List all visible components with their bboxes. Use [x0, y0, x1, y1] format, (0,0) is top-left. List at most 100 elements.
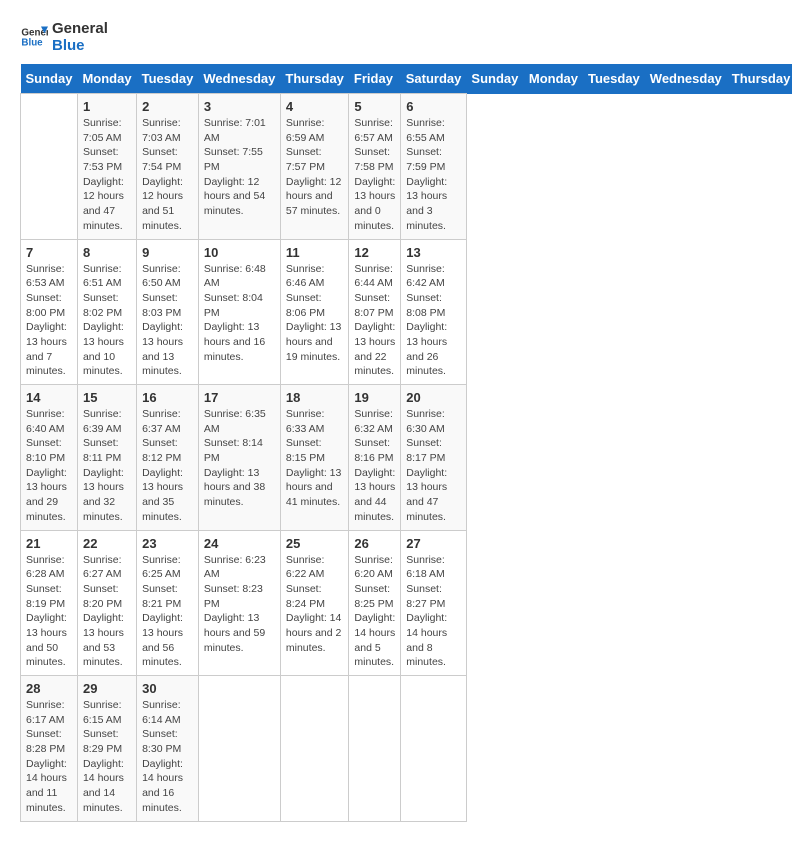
calendar-cell: 22 Sunrise: 6:27 AMSunset: 8:20 PMDaylig… [77, 530, 136, 676]
header-monday: Monday [524, 64, 583, 94]
day-info: Sunrise: 6:27 AMSunset: 8:20 PMDaylight:… [83, 553, 131, 671]
calendar-cell: 3 Sunrise: 7:01 AMSunset: 7:55 PMDayligh… [198, 94, 280, 240]
logo-text-blue: Blue [52, 37, 108, 54]
day-info: Sunrise: 6:25 AMSunset: 8:21 PMDaylight:… [142, 553, 193, 671]
header-thursday: Thursday [727, 64, 792, 94]
calendar-cell: 29 Sunrise: 6:15 AMSunset: 8:29 PMDaylig… [77, 676, 136, 822]
day-number: 5 [354, 99, 395, 114]
day-info: Sunrise: 6:20 AMSunset: 8:25 PMDaylight:… [354, 553, 395, 671]
day-info: Sunrise: 6:23 AMSunset: 8:23 PMDaylight:… [204, 553, 275, 656]
day-number: 3 [204, 99, 275, 114]
day-number: 2 [142, 99, 193, 114]
calendar-cell: 27 Sunrise: 6:18 AMSunset: 8:27 PMDaylig… [401, 530, 467, 676]
day-info: Sunrise: 6:53 AMSunset: 8:00 PMDaylight:… [26, 262, 72, 380]
calendar-week-row: 14 Sunrise: 6:40 AMSunset: 8:10 PMDaylig… [21, 385, 792, 531]
calendar-cell: 4 Sunrise: 6:59 AMSunset: 7:57 PMDayligh… [280, 94, 349, 240]
header-friday: Friday [349, 64, 401, 94]
day-number: 10 [204, 245, 275, 260]
day-info: Sunrise: 6:42 AMSunset: 8:08 PMDaylight:… [406, 262, 461, 380]
calendar-cell: 5 Sunrise: 6:57 AMSunset: 7:58 PMDayligh… [349, 94, 401, 240]
calendar-cell: 8 Sunrise: 6:51 AMSunset: 8:02 PMDayligh… [77, 239, 136, 385]
calendar-cell: 23 Sunrise: 6:25 AMSunset: 8:21 PMDaylig… [137, 530, 199, 676]
day-info: Sunrise: 6:50 AMSunset: 8:03 PMDaylight:… [142, 262, 193, 380]
day-info: Sunrise: 6:44 AMSunset: 8:07 PMDaylight:… [354, 262, 395, 380]
day-number: 24 [204, 536, 275, 551]
calendar-cell [21, 94, 78, 240]
day-info: Sunrise: 6:48 AMSunset: 8:04 PMDaylight:… [204, 262, 275, 365]
day-info: Sunrise: 6:22 AMSunset: 8:24 PMDaylight:… [286, 553, 344, 656]
header-wednesday: Wednesday [645, 64, 727, 94]
calendar-cell: 30 Sunrise: 6:14 AMSunset: 8:30 PMDaylig… [137, 676, 199, 822]
day-number: 27 [406, 536, 461, 551]
calendar-cell: 18 Sunrise: 6:33 AMSunset: 8:15 PMDaylig… [280, 385, 349, 531]
calendar-cell [280, 676, 349, 822]
calendar-cell: 25 Sunrise: 6:22 AMSunset: 8:24 PMDaylig… [280, 530, 349, 676]
day-number: 23 [142, 536, 193, 551]
calendar-cell: 12 Sunrise: 6:44 AMSunset: 8:07 PMDaylig… [349, 239, 401, 385]
day-number: 16 [142, 390, 193, 405]
day-info: Sunrise: 6:33 AMSunset: 8:15 PMDaylight:… [286, 407, 344, 510]
page-header: General Blue General Blue [20, 20, 772, 54]
calendar-cell: 11 Sunrise: 6:46 AMSunset: 8:06 PMDaylig… [280, 239, 349, 385]
day-info: Sunrise: 6:14 AMSunset: 8:30 PMDaylight:… [142, 698, 193, 816]
calendar-cell: 24 Sunrise: 6:23 AMSunset: 8:23 PMDaylig… [198, 530, 280, 676]
calendar-cell: 15 Sunrise: 6:39 AMSunset: 8:11 PMDaylig… [77, 385, 136, 531]
logo-text-general: General [52, 20, 108, 37]
day-number: 11 [286, 245, 344, 260]
day-info: Sunrise: 6:59 AMSunset: 7:57 PMDaylight:… [286, 116, 344, 219]
day-info: Sunrise: 6:15 AMSunset: 8:29 PMDaylight:… [83, 698, 131, 816]
logo-icon: General Blue [20, 23, 48, 51]
day-number: 29 [83, 681, 131, 696]
calendar-cell: 10 Sunrise: 6:48 AMSunset: 8:04 PMDaylig… [198, 239, 280, 385]
header-sunday: Sunday [21, 64, 78, 94]
day-info: Sunrise: 6:55 AMSunset: 7:59 PMDaylight:… [406, 116, 461, 234]
header-saturday: Saturday [401, 64, 467, 94]
day-info: Sunrise: 6:35 AMSunset: 8:14 PMDaylight:… [204, 407, 275, 510]
day-number: 1 [83, 99, 131, 114]
calendar-cell [349, 676, 401, 822]
calendar-cell: 2 Sunrise: 7:03 AMSunset: 7:54 PMDayligh… [137, 94, 199, 240]
day-number: 12 [354, 245, 395, 260]
day-number: 25 [286, 536, 344, 551]
header-wednesday: Wednesday [198, 64, 280, 94]
calendar-cell: 13 Sunrise: 6:42 AMSunset: 8:08 PMDaylig… [401, 239, 467, 385]
calendar-week-row: 28 Sunrise: 6:17 AMSunset: 8:28 PMDaylig… [21, 676, 792, 822]
day-number: 17 [204, 390, 275, 405]
day-info: Sunrise: 6:37 AMSunset: 8:12 PMDaylight:… [142, 407, 193, 525]
day-number: 14 [26, 390, 72, 405]
day-info: Sunrise: 7:05 AMSunset: 7:53 PMDaylight:… [83, 116, 131, 234]
calendar-cell: 26 Sunrise: 6:20 AMSunset: 8:25 PMDaylig… [349, 530, 401, 676]
header-tuesday: Tuesday [583, 64, 645, 94]
day-number: 19 [354, 390, 395, 405]
calendar-week-row: 7 Sunrise: 6:53 AMSunset: 8:00 PMDayligh… [21, 239, 792, 385]
day-info: Sunrise: 6:57 AMSunset: 7:58 PMDaylight:… [354, 116, 395, 234]
day-number: 28 [26, 681, 72, 696]
day-info: Sunrise: 6:17 AMSunset: 8:28 PMDaylight:… [26, 698, 72, 816]
day-info: Sunrise: 6:46 AMSunset: 8:06 PMDaylight:… [286, 262, 344, 365]
header-thursday: Thursday [280, 64, 349, 94]
day-number: 15 [83, 390, 131, 405]
calendar-cell: 17 Sunrise: 6:35 AMSunset: 8:14 PMDaylig… [198, 385, 280, 531]
day-number: 6 [406, 99, 461, 114]
calendar-cell: 16 Sunrise: 6:37 AMSunset: 8:12 PMDaylig… [137, 385, 199, 531]
calendar-cell: 28 Sunrise: 6:17 AMSunset: 8:28 PMDaylig… [21, 676, 78, 822]
calendar-cell: 19 Sunrise: 6:32 AMSunset: 8:16 PMDaylig… [349, 385, 401, 531]
calendar-cell: 7 Sunrise: 6:53 AMSunset: 8:00 PMDayligh… [21, 239, 78, 385]
header-monday: Monday [77, 64, 136, 94]
calendar-cell [401, 676, 467, 822]
calendar-cell: 1 Sunrise: 7:05 AMSunset: 7:53 PMDayligh… [77, 94, 136, 240]
day-info: Sunrise: 7:01 AMSunset: 7:55 PMDaylight:… [204, 116, 275, 219]
calendar-cell: 14 Sunrise: 6:40 AMSunset: 8:10 PMDaylig… [21, 385, 78, 531]
day-info: Sunrise: 7:03 AMSunset: 7:54 PMDaylight:… [142, 116, 193, 234]
day-info: Sunrise: 6:32 AMSunset: 8:16 PMDaylight:… [354, 407, 395, 525]
day-number: 21 [26, 536, 72, 551]
day-info: Sunrise: 6:51 AMSunset: 8:02 PMDaylight:… [83, 262, 131, 380]
logo: General Blue General Blue [20, 20, 108, 54]
calendar-week-row: 1 Sunrise: 7:05 AMSunset: 7:53 PMDayligh… [21, 94, 792, 240]
day-number: 26 [354, 536, 395, 551]
calendar-cell: 21 Sunrise: 6:28 AMSunset: 8:19 PMDaylig… [21, 530, 78, 676]
day-info: Sunrise: 6:40 AMSunset: 8:10 PMDaylight:… [26, 407, 72, 525]
day-info: Sunrise: 6:39 AMSunset: 8:11 PMDaylight:… [83, 407, 131, 525]
day-info: Sunrise: 6:30 AMSunset: 8:17 PMDaylight:… [406, 407, 461, 525]
day-number: 18 [286, 390, 344, 405]
